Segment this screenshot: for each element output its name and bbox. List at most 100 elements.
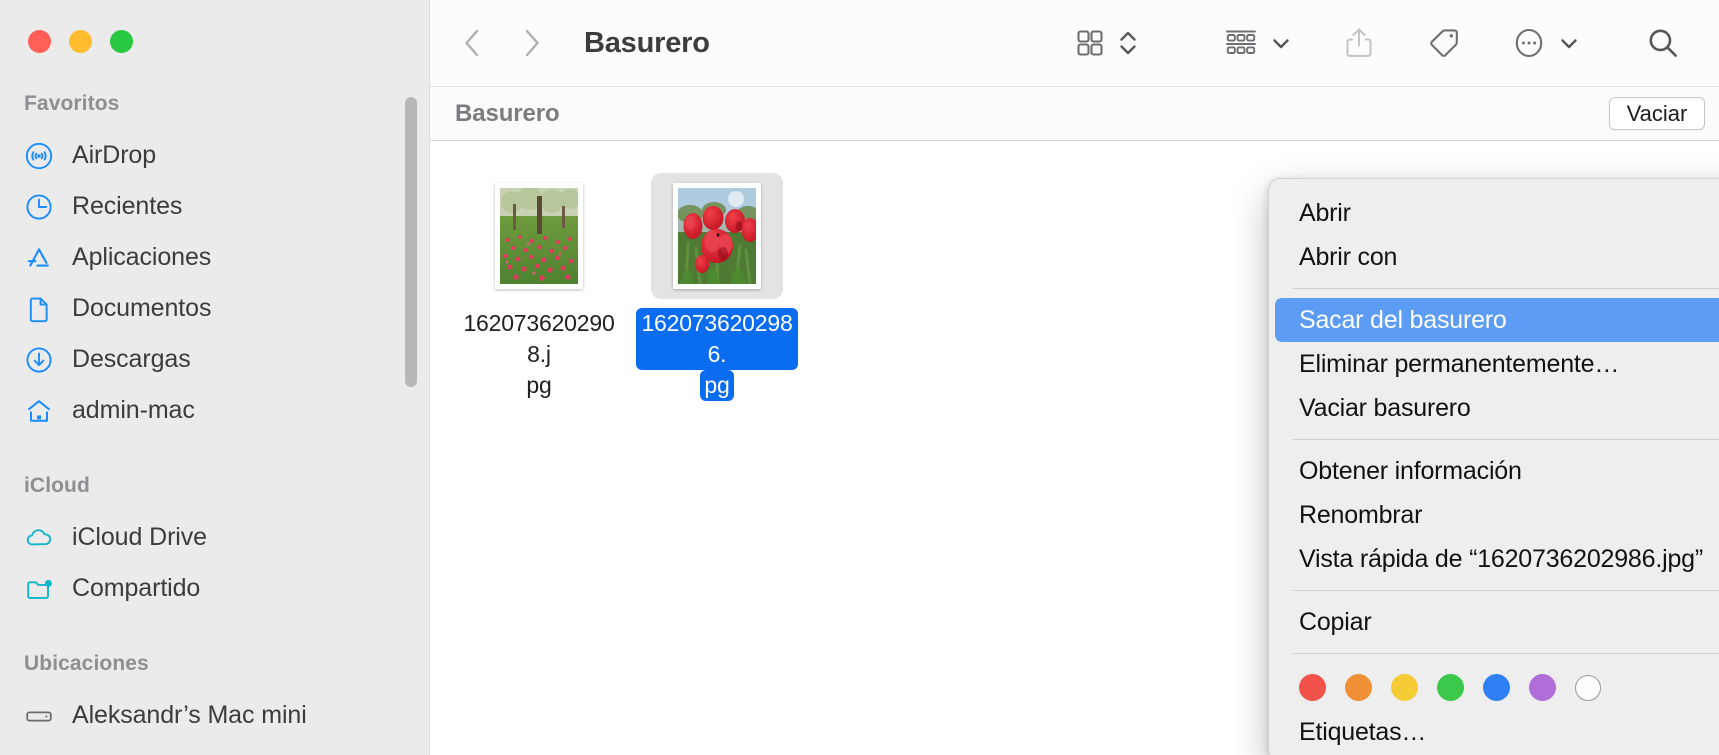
context-menu-item-renombrar[interactable]: Renombrar [1275, 493, 1719, 537]
sidebar-item-label: Aplicaciones [72, 243, 212, 271]
chevron-up-down-icon[interactable] [1117, 25, 1139, 61]
photo-frame [495, 183, 583, 289]
tag-color-green[interactable] [1437, 674, 1464, 701]
applications-icon [24, 243, 54, 273]
photo-frame [673, 183, 761, 289]
tag-icon[interactable] [1425, 24, 1463, 62]
sidebar-scrollbar[interactable] [405, 97, 417, 387]
context-menu-item-label: Eliminar permanentemente… [1299, 349, 1620, 378]
file-name-label: 1620736202986. pg [636, 308, 798, 401]
context-menu-item-obtener-informacion[interactable]: Obtener información [1275, 449, 1719, 493]
sidebar: Favoritos AirDrop Recientes Aplicaciones… [0, 0, 430, 755]
context-menu-item-label: Abrir con [1299, 242, 1398, 271]
context-menu-item-vista-rapida[interactable]: Vista rápida de “1620736202986.jpg” [1275, 537, 1719, 581]
sidebar-item-recientes[interactable]: Recientes [0, 181, 430, 232]
tag-color-blue[interactable] [1483, 674, 1510, 701]
minimize-button[interactable] [69, 30, 92, 53]
context-menu-item-label: Vista rápida de “1620736202986.jpg” [1299, 544, 1703, 573]
context-menu-item-etiquetas[interactable]: Etiquetas… [1275, 712, 1719, 752]
tag-color-purple[interactable] [1529, 674, 1556, 701]
chevron-down-icon[interactable] [1557, 31, 1581, 55]
sidebar-item-mac-mini[interactable]: Aleksandr’s Mac mini [0, 690, 430, 741]
tag-color-red[interactable] [1299, 674, 1326, 701]
sidebar-item-label: Compartido [72, 574, 201, 602]
sidebar-item-label: admin-mac [72, 396, 195, 424]
icon-view-icon[interactable] [1073, 26, 1107, 60]
context-menu-item-abrir[interactable]: Abrir [1275, 191, 1719, 235]
document-icon [24, 294, 54, 324]
cloud-icon [24, 523, 54, 553]
thumbnail-container [473, 173, 605, 299]
more-actions-control [1511, 24, 1581, 62]
chevron-down-icon[interactable] [1269, 31, 1293, 55]
sidebar-item-label: iCloud Drive [72, 523, 207, 551]
file-name-line: pg [526, 372, 552, 398]
context-menu-separator [1293, 288, 1719, 289]
tag-color-row [1269, 663, 1719, 712]
file-name-line: 1620736202908.j [463, 310, 615, 367]
context-menu-item-label: Vaciar basurero [1299, 393, 1471, 422]
sidebar-item-documentos[interactable]: Documentos [0, 283, 430, 334]
search-icon[interactable] [1643, 23, 1683, 63]
sidebar-scroll-area: Favoritos AirDrop Recientes Aplicaciones… [0, 82, 430, 755]
maximize-button[interactable] [110, 30, 133, 53]
context-menu-item-copiar[interactable]: Copiar [1275, 600, 1719, 644]
sidebar-item-admin-mac[interactable]: admin-mac [0, 385, 430, 436]
context-menu-item-label: Copiar [1299, 607, 1372, 636]
forward-button[interactable] [516, 25, 546, 61]
sidebar-item-label: AirDrop [72, 141, 157, 169]
sidebar-item-icloud-drive[interactable]: iCloud Drive [0, 512, 430, 563]
tag-color-orange[interactable] [1345, 674, 1372, 701]
clock-icon [24, 192, 54, 222]
file-item[interactable]: 1620736202986. pg [632, 173, 802, 401]
airdrop-icon [24, 141, 54, 171]
context-menu-item-eliminar-permanentemente[interactable]: Eliminar permanentemente… [1275, 342, 1719, 386]
context-menu-item-label: Obtener información [1299, 456, 1522, 485]
context-menu-separator [1293, 439, 1719, 440]
main-area: Basurero Basurero Vaciar 1620736202908.j… [430, 0, 1719, 755]
sidebar-item-descargas[interactable]: Descargas [0, 334, 430, 385]
sidebar-item-label: Documentos [72, 294, 212, 322]
home-icon [24, 396, 54, 426]
context-menu-item-label: Renombrar [1299, 500, 1423, 529]
context-menu-item-sacar-del-basurero[interactable]: Sacar del basurero [1275, 298, 1719, 342]
path-bar: Basurero Vaciar [430, 86, 1719, 141]
thumbnail-container [651, 173, 783, 299]
sidebar-item-aplicaciones[interactable]: Aplicaciones [0, 232, 430, 283]
context-menu-item-vaciar-basurero[interactable]: Vaciar basurero [1275, 386, 1719, 430]
window-controls [28, 30, 133, 53]
context-menu-item-label: Abrir [1299, 198, 1351, 227]
file-item[interactable]: 1620736202908.j pg [454, 173, 624, 401]
context-menu-separator [1293, 590, 1719, 591]
sidebar-item-compartido[interactable]: Compartido [0, 563, 430, 614]
back-button[interactable] [458, 25, 488, 61]
finder-window: Favoritos AirDrop Recientes Aplicaciones… [0, 0, 1719, 755]
context-menu-item-abrir-con[interactable]: Abrir con [1275, 235, 1719, 279]
group-by-icon[interactable] [1223, 26, 1259, 60]
sidebar-item-label: Descargas [72, 345, 191, 373]
sidebar-item-label: Aleksandr’s Mac mini [72, 701, 307, 729]
sidebar-group-ubicaciones-title: Ubicaciones [24, 652, 149, 675]
mac-mini-icon [24, 701, 54, 731]
empty-trash-button[interactable]: Vaciar [1609, 97, 1705, 130]
context-menu: Abrir Abrir con Sacar del basurero Elimi… [1268, 178, 1719, 755]
file-name-line: pg [700, 370, 734, 401]
group-by-control [1223, 26, 1293, 60]
navigation-buttons [458, 25, 546, 61]
more-ellipsis-icon[interactable] [1511, 24, 1547, 62]
tag-color-none[interactable] [1575, 674, 1601, 701]
close-button[interactable] [28, 30, 51, 53]
share-icon[interactable] [1341, 24, 1377, 62]
context-menu-item-label: Sacar del basurero [1299, 305, 1507, 334]
context-menu-separator [1293, 653, 1719, 654]
sidebar-group-favoritos-title: Favoritos [24, 92, 120, 115]
sidebar-group-icloud-title: iCloud [24, 474, 90, 497]
tag-color-yellow[interactable] [1391, 674, 1418, 701]
view-control-group [1073, 25, 1139, 61]
breadcrumb: Basurero [455, 99, 560, 127]
sidebar-item-airdrop[interactable]: AirDrop [0, 130, 430, 181]
file-name-line: 1620736202986. [636, 308, 798, 370]
context-menu-item-label: Etiquetas… [1299, 717, 1427, 746]
